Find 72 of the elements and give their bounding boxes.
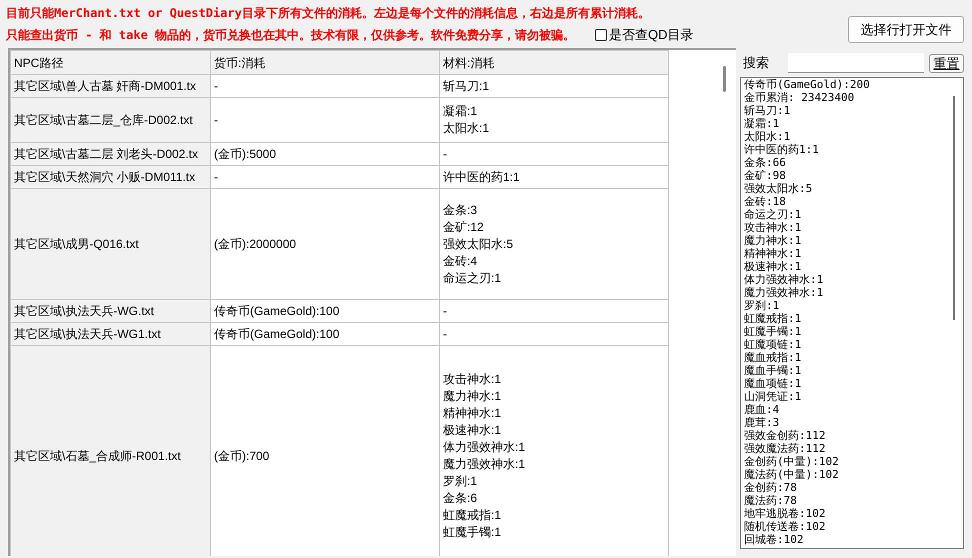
- table-cell: -: [440, 300, 668, 322]
- scrollbar-thumb[interactable]: [953, 96, 955, 320]
- list-item[interactable]: 金创药(中量):102: [744, 455, 963, 468]
- list-item[interactable]: 体力强效神水:1: [744, 273, 963, 286]
- list-item[interactable]: 地牢逃脱卷:102: [744, 507, 963, 520]
- table-cell: -: [210, 98, 440, 142]
- list-item[interactable]: 强效太阳水:5: [744, 182, 963, 195]
- table-cell: 其它区域\兽人古墓 奸商-DM001.tx: [10, 74, 210, 98]
- table-cell: 其它区域\古墓二层_仓库-D002.txt: [10, 98, 210, 142]
- list-item[interactable]: 虹魔项链:1: [744, 338, 963, 351]
- search-field[interactable]: [788, 53, 924, 73]
- list-item[interactable]: 许中医的药1:1: [744, 143, 963, 156]
- table-cell: 凝霜:1 太阳水:1: [440, 98, 668, 142]
- table-cell: 其它区域\成男-Q016.txt: [10, 188, 210, 300]
- table-cell: 攻击神水:1 魔力神水:1 精神神水:1 极速神水:1 体力强效神水:1 魔力强效神水:1 罗刹:1 金条:6 虹魔戒指:1 虹魔手镯:1: [440, 346, 668, 556]
- list-item[interactable]: 回城卷:102: [744, 533, 963, 546]
- table-cell: -: [210, 74, 440, 98]
- table-cell: 其它区域\天然洞穴 小贩-DM011.tx: [10, 166, 210, 188]
- list-item[interactable]: 命运之刃:1: [744, 208, 963, 221]
- list-item[interactable]: 强效魔法药:112: [744, 442, 963, 455]
- column-header[interactable]: 材料:消耗: [440, 50, 668, 74]
- list-item[interactable]: 攻击神水:1: [744, 221, 963, 234]
- table-cell: 其它区域\古墓二层 刘老头-D002.tx: [10, 142, 210, 166]
- list-item[interactable]: 鹿茸:3: [744, 416, 963, 429]
- list-item[interactable]: 魔法药(中量):102: [744, 468, 963, 481]
- list-item[interactable]: 金币累消: 23423400: [744, 91, 963, 104]
- list-item[interactable]: 凝霜:1: [744, 117, 963, 130]
- scrollbar-thumb[interactable]: [723, 66, 726, 92]
- table-cell: 其它区域\执法天兵-WG.txt: [10, 300, 210, 322]
- list-item[interactable]: 罗刹:1: [744, 299, 963, 312]
- list-item[interactable]: 精神神水:1: [744, 247, 963, 260]
- table-cell: (金币):2000000: [210, 188, 440, 300]
- table-cell: -: [210, 166, 440, 188]
- column-header[interactable]: NPC路径: [10, 50, 210, 74]
- table-cell: -: [440, 142, 668, 166]
- list-item[interactable]: 金创药:78: [744, 481, 963, 494]
- list-item[interactable]: 随机传送卷:102: [744, 520, 963, 533]
- search-label: 搜索: [742, 54, 770, 72]
- qd-checkbox[interactable]: 是否查QD目录: [595, 25, 694, 45]
- list-item[interactable]: 虹魔手镯:1: [744, 325, 963, 338]
- table-cell: -: [440, 322, 668, 346]
- open-file-button[interactable]: 选择行打开文件: [848, 16, 964, 43]
- list-item[interactable]: 太阳水:1: [744, 130, 963, 143]
- list-item[interactable]: 斩马刀:1: [744, 104, 963, 117]
- list-item[interactable]: 魔法药:78: [744, 494, 963, 507]
- list-item[interactable]: 魔力神水:1: [744, 234, 963, 247]
- table-cell: (金币):700: [210, 346, 440, 556]
- list-item[interactable]: 极速神水:1: [744, 260, 963, 273]
- list-item[interactable]: 山洞凭证:1: [744, 390, 963, 403]
- table-cell: 许中医的药1:1: [440, 166, 668, 188]
- reset-button[interactable]: 重置: [929, 54, 964, 72]
- list-item[interactable]: 强效金创药:112: [744, 429, 963, 442]
- table-cell: (金币):5000: [210, 142, 440, 166]
- table-cell: 金条:3 金矿:12 强效太阳水:5 金砖:4 命运之刃:1: [440, 188, 668, 300]
- list-item[interactable]: 金砖:18: [744, 195, 963, 208]
- list-item[interactable]: 魔血手镯:1: [744, 364, 963, 377]
- notice-text: 只能查出货币 - 和 take 物品的，货币兑换也在其中。技术有限，仅供参考。软件免费分享，请勿被骗。: [6, 27, 576, 44]
- table-cell: 其它区域\执法天兵-WG1.txt: [10, 322, 210, 346]
- table-cell: 其它区域\石墓_合成师-R001.txt: [10, 346, 210, 556]
- list-item[interactable]: 金矿:98: [744, 169, 963, 182]
- list-item[interactable]: 金条:66: [744, 156, 963, 169]
- list-item[interactable]: 虹魔戒指:1: [744, 312, 963, 325]
- list-item[interactable]: 传奇币(GameGold):200: [744, 78, 963, 91]
- list-item[interactable]: 魔血项链:1: [744, 377, 963, 390]
- column-header[interactable]: 货币:消耗: [210, 50, 440, 74]
- table-cell: 传奇币(GameGold):100: [210, 322, 440, 346]
- notice-text: 目前只能MerChant.txt or QuestDiary目录下所有文件的消耗。左边是每个文件的消耗信息，右边是所有累计消耗。: [6, 5, 650, 22]
- list-item[interactable]: 鹿血:4: [744, 403, 963, 416]
- list-item[interactable]: 魔力强效神水:1: [744, 286, 963, 299]
- list-item[interactable]: 魔血戒指:1: [744, 351, 963, 364]
- table-cell: 传奇币(GameGold):100: [210, 300, 440, 322]
- table-cell: 斩马刀:1: [440, 74, 668, 98]
